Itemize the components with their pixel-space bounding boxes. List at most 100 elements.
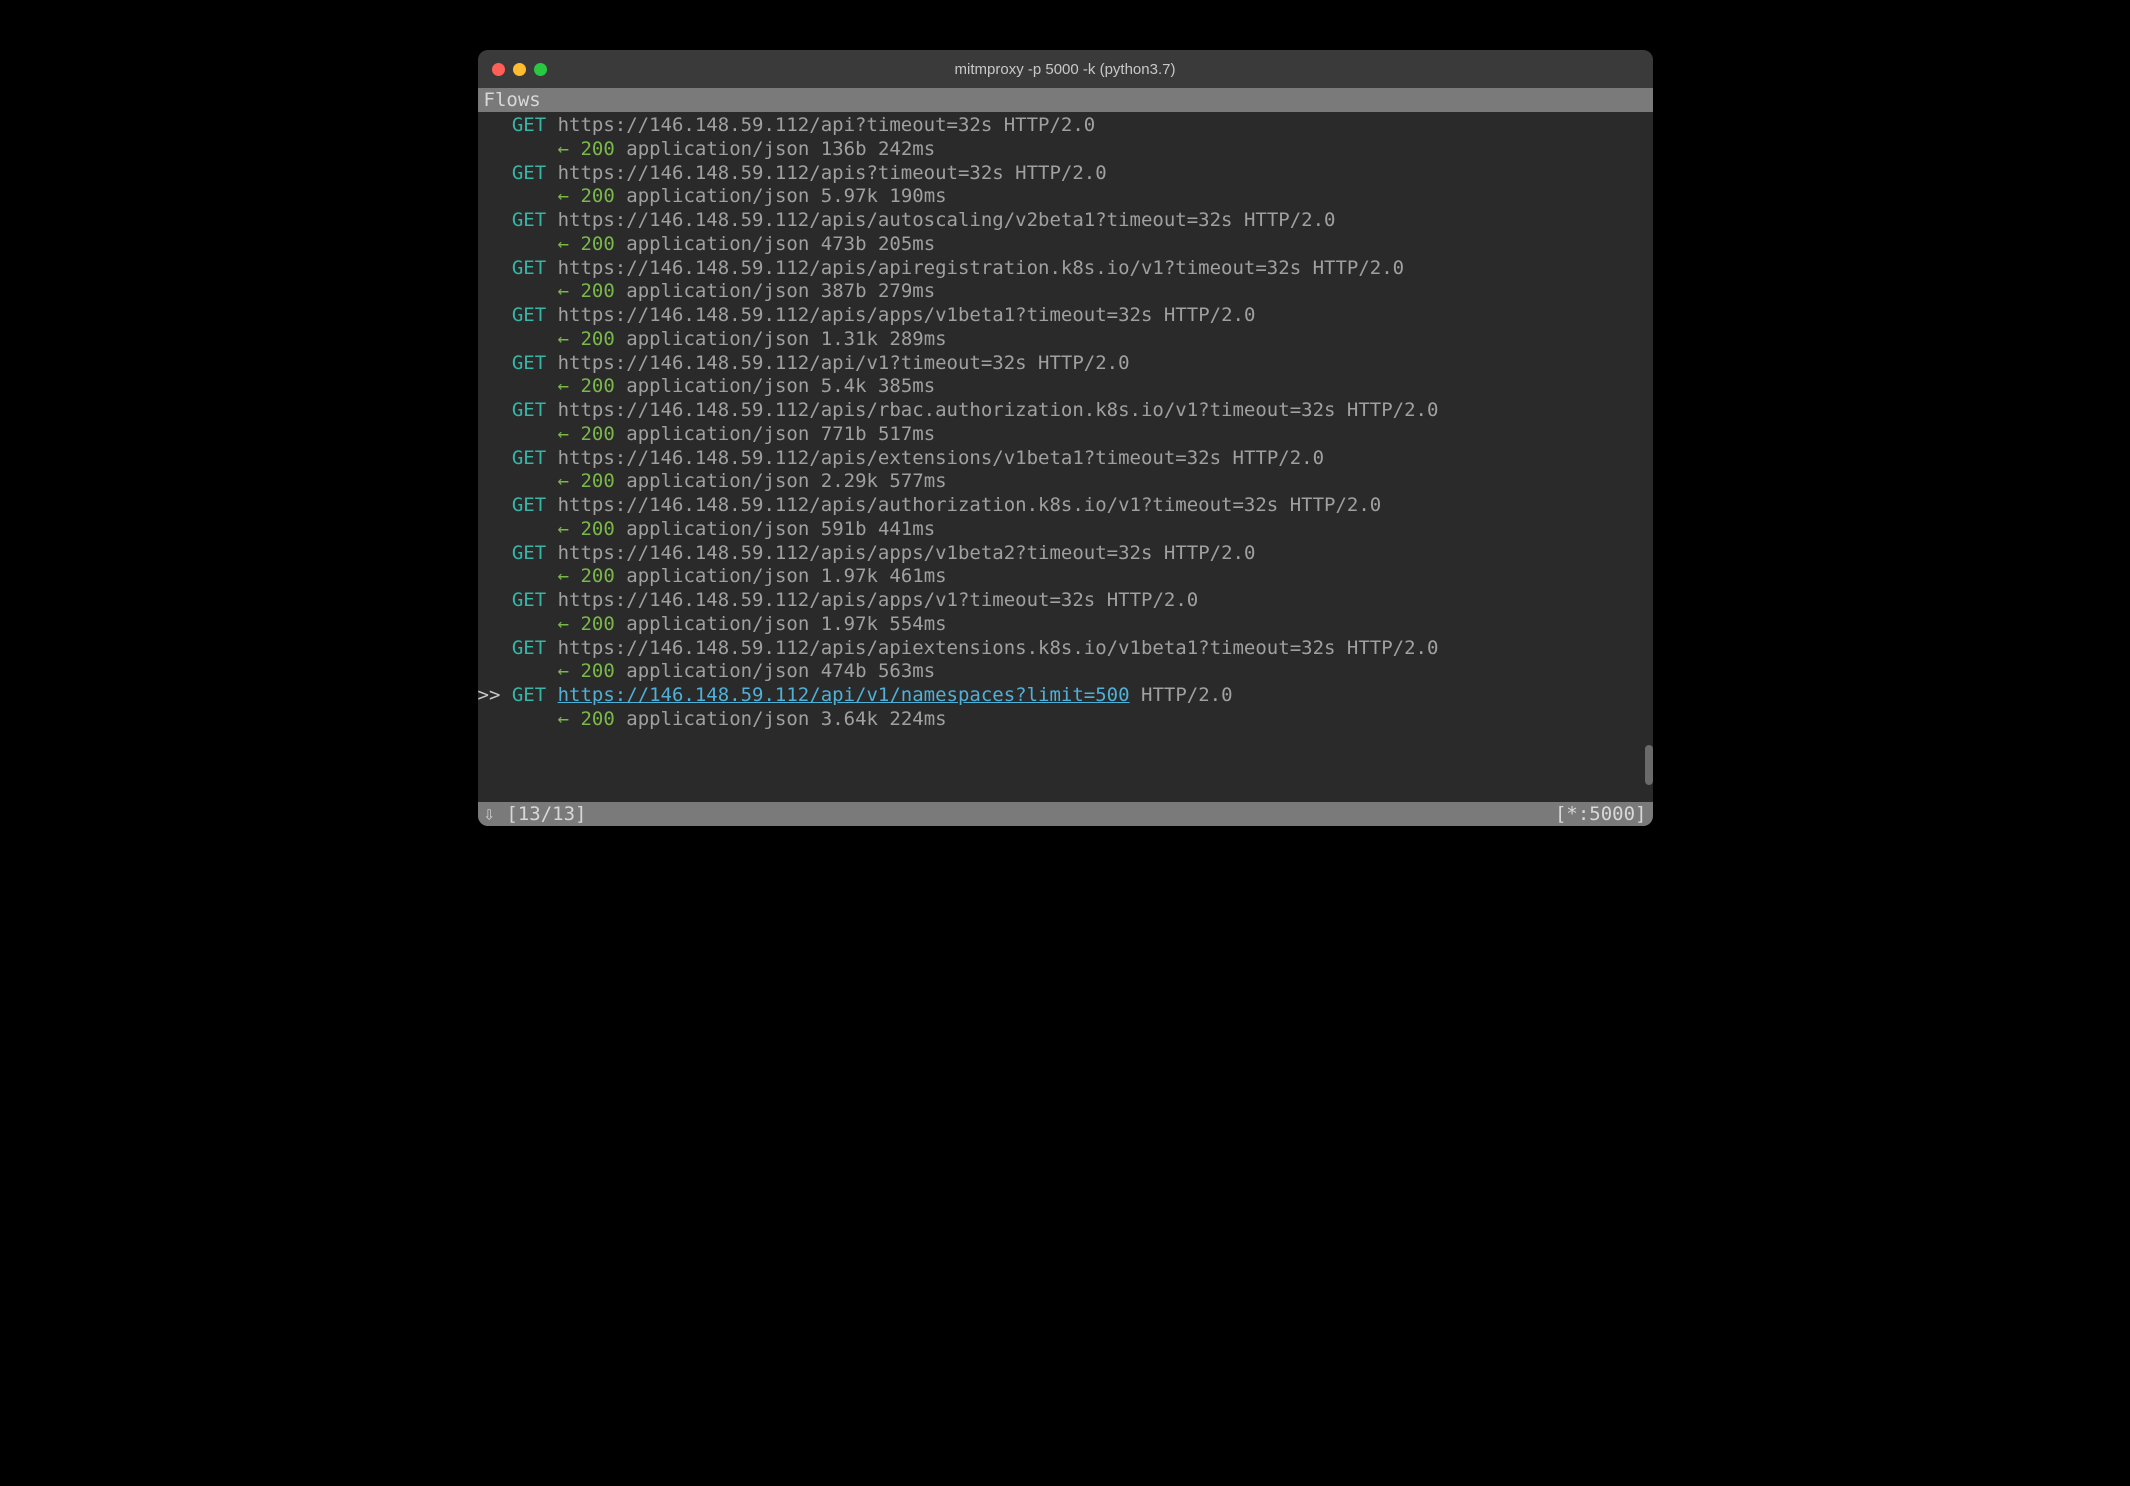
request-url: https://146.148.59.112/apis/authorizatio… xyxy=(558,494,1279,516)
request-url: https://146.148.59.112/api/v1/namespaces… xyxy=(558,684,1130,706)
flow-response-line[interactable]: ← 200 application/json 1.31k 289ms xyxy=(478,328,1653,352)
flow-request-line[interactable]: GET https://146.148.59.112/apis/apiregis… xyxy=(478,257,1653,281)
http-protocol: HTTP/2.0 xyxy=(1244,209,1336,231)
http-method: GET xyxy=(512,162,546,184)
http-status: 200 xyxy=(580,470,614,492)
response-arrow-icon: ← xyxy=(558,185,569,207)
content-type: application/json xyxy=(626,708,809,730)
flow-response-line[interactable]: ← 200 application/json 387b 279ms xyxy=(478,280,1653,304)
response-arrow-icon: ← xyxy=(558,708,569,730)
flow-row[interactable]: GET https://146.148.59.112/apis/rbac.aut… xyxy=(478,399,1653,447)
response-size: 474b xyxy=(821,660,867,682)
http-method: GET xyxy=(512,447,546,469)
maximize-icon[interactable] xyxy=(534,63,547,76)
flow-response-line[interactable]: ← 200 application/json 473b 205ms xyxy=(478,233,1653,257)
http-method: GET xyxy=(512,209,546,231)
content-type: application/json xyxy=(626,328,809,350)
response-size: 387b xyxy=(821,280,867,302)
flow-response-line[interactable]: ← 200 application/json 2.29k 577ms xyxy=(478,470,1653,494)
selection-marker xyxy=(478,447,512,471)
flow-request-line[interactable]: >> GET https://146.148.59.112/api/v1/nam… xyxy=(478,684,1653,708)
flow-request-line[interactable]: GET https://146.148.59.112/apis/apiexten… xyxy=(478,637,1653,661)
listen-address: [*:5000] xyxy=(1555,803,1647,825)
flow-request-line[interactable]: GET https://146.148.59.112/apis/apps/v1?… xyxy=(478,589,1653,613)
request-url: https://146.148.59.112/apis/apps/v1beta2… xyxy=(558,542,1153,564)
request-url: https://146.148.59.112/apis/apiextension… xyxy=(558,637,1336,659)
response-arrow-icon: ← xyxy=(558,280,569,302)
flow-row[interactable]: GET https://146.148.59.112/apis/apps/v1b… xyxy=(478,304,1653,352)
flow-response-line[interactable]: ← 200 application/json 591b 441ms xyxy=(478,518,1653,542)
selection-marker: >> xyxy=(478,684,512,708)
content-type: application/json xyxy=(626,138,809,160)
selection-marker xyxy=(478,114,512,138)
http-method: GET xyxy=(512,304,546,326)
flow-row[interactable]: GET https://146.148.59.112/apis/apiregis… xyxy=(478,257,1653,305)
response-time: 461ms xyxy=(889,565,946,587)
response-time: 205ms xyxy=(878,233,935,255)
flow-row[interactable]: GET https://146.148.59.112/apis/apps/v1?… xyxy=(478,589,1653,637)
response-arrow-icon: ← xyxy=(558,518,569,540)
flow-response-line[interactable]: ← 200 application/json 5.4k 385ms xyxy=(478,375,1653,399)
flow-request-line[interactable]: GET https://146.148.59.112/api/v1?timeou… xyxy=(478,352,1653,376)
flow-row[interactable]: GET https://146.148.59.112/api?timeout=3… xyxy=(478,114,1653,162)
response-arrow-icon: ← xyxy=(558,375,569,397)
http-protocol: HTTP/2.0 xyxy=(1313,257,1405,279)
minimize-icon[interactable] xyxy=(513,63,526,76)
flow-response-line[interactable]: ← 200 application/json 136b 242ms xyxy=(478,138,1653,162)
http-method: GET xyxy=(512,637,546,659)
http-status: 200 xyxy=(580,280,614,302)
flow-request-line[interactable]: GET https://146.148.59.112/apis/apps/v1b… xyxy=(478,304,1653,328)
flow-request-line[interactable]: GET https://146.148.59.112/apis/extensio… xyxy=(478,447,1653,471)
response-size: 5.4k xyxy=(821,375,867,397)
flow-row[interactable]: GET https://146.148.59.112/apis?timeout=… xyxy=(478,162,1653,210)
http-status: 200 xyxy=(580,613,614,635)
request-url: https://146.148.59.112/apis/autoscaling/… xyxy=(558,209,1233,231)
flow-row[interactable]: >> GET https://146.148.59.112/api/v1/nam… xyxy=(478,684,1653,732)
http-protocol: HTTP/2.0 xyxy=(1347,399,1439,421)
request-url: https://146.148.59.112/apis/extensions/v… xyxy=(558,447,1221,469)
flow-counter: [13/13] xyxy=(506,803,586,825)
flow-response-line[interactable]: ← 200 application/json 771b 517ms xyxy=(478,423,1653,447)
flow-request-line[interactable]: GET https://146.148.59.112/apis/authoriz… xyxy=(478,494,1653,518)
http-method: GET xyxy=(512,257,546,279)
flow-row[interactable]: GET https://146.148.59.112/apis/extensio… xyxy=(478,447,1653,495)
http-status: 200 xyxy=(580,423,614,445)
flow-row[interactable]: GET https://146.148.59.112/apis/autoscal… xyxy=(478,209,1653,257)
http-protocol: HTTP/2.0 xyxy=(1233,447,1325,469)
http-status: 200 xyxy=(580,518,614,540)
flow-request-line[interactable]: GET https://146.148.59.112/apis?timeout=… xyxy=(478,162,1653,186)
flow-request-line[interactable]: GET https://146.148.59.112/apis/autoscal… xyxy=(478,209,1653,233)
flow-request-line[interactable]: GET https://146.148.59.112/apis/rbac.aut… xyxy=(478,399,1653,423)
flow-row[interactable]: GET https://146.148.59.112/apis/apiexten… xyxy=(478,637,1653,685)
flow-response-line[interactable]: ← 200 application/json 5.97k 190ms xyxy=(478,185,1653,209)
selection-marker xyxy=(478,399,512,423)
flow-response-line[interactable]: ← 200 application/json 3.64k 224ms xyxy=(478,708,1653,732)
response-arrow-icon: ← xyxy=(558,328,569,350)
response-time: 385ms xyxy=(878,375,935,397)
response-time: 517ms xyxy=(878,423,935,445)
flow-list[interactable]: GET https://146.148.59.112/api?timeout=3… xyxy=(478,112,1653,762)
terminal-window: mitmproxy -p 5000 -k (python3.7) Flows G… xyxy=(478,50,1653,826)
content-type: application/json xyxy=(626,565,809,587)
http-status: 200 xyxy=(580,708,614,730)
content-type: application/json xyxy=(626,613,809,635)
flow-row[interactable]: GET https://146.148.59.112/apis/apps/v1b… xyxy=(478,542,1653,590)
response-time: 190ms xyxy=(889,185,946,207)
response-size: 591b xyxy=(821,518,867,540)
scrollbar-thumb[interactable] xyxy=(1645,745,1653,785)
flow-response-line[interactable]: ← 200 application/json 1.97k 554ms xyxy=(478,613,1653,637)
close-icon[interactable] xyxy=(492,63,505,76)
response-arrow-icon: ← xyxy=(558,660,569,682)
flow-response-line[interactable]: ← 200 application/json 1.97k 461ms xyxy=(478,565,1653,589)
http-protocol: HTTP/2.0 xyxy=(1004,114,1096,136)
titlebar[interactable]: mitmproxy -p 5000 -k (python3.7) xyxy=(478,50,1653,88)
http-protocol: HTTP/2.0 xyxy=(1164,304,1256,326)
flow-request-line[interactable]: GET https://146.148.59.112/api?timeout=3… xyxy=(478,114,1653,138)
selection-marker xyxy=(478,637,512,661)
flow-row[interactable]: GET https://146.148.59.112/api/v1?timeou… xyxy=(478,352,1653,400)
response-arrow-icon: ← xyxy=(558,423,569,445)
response-arrow-icon: ← xyxy=(558,470,569,492)
flow-request-line[interactable]: GET https://146.148.59.112/apis/apps/v1b… xyxy=(478,542,1653,566)
flow-row[interactable]: GET https://146.148.59.112/apis/authoriz… xyxy=(478,494,1653,542)
flow-response-line[interactable]: ← 200 application/json 474b 563ms xyxy=(478,660,1653,684)
